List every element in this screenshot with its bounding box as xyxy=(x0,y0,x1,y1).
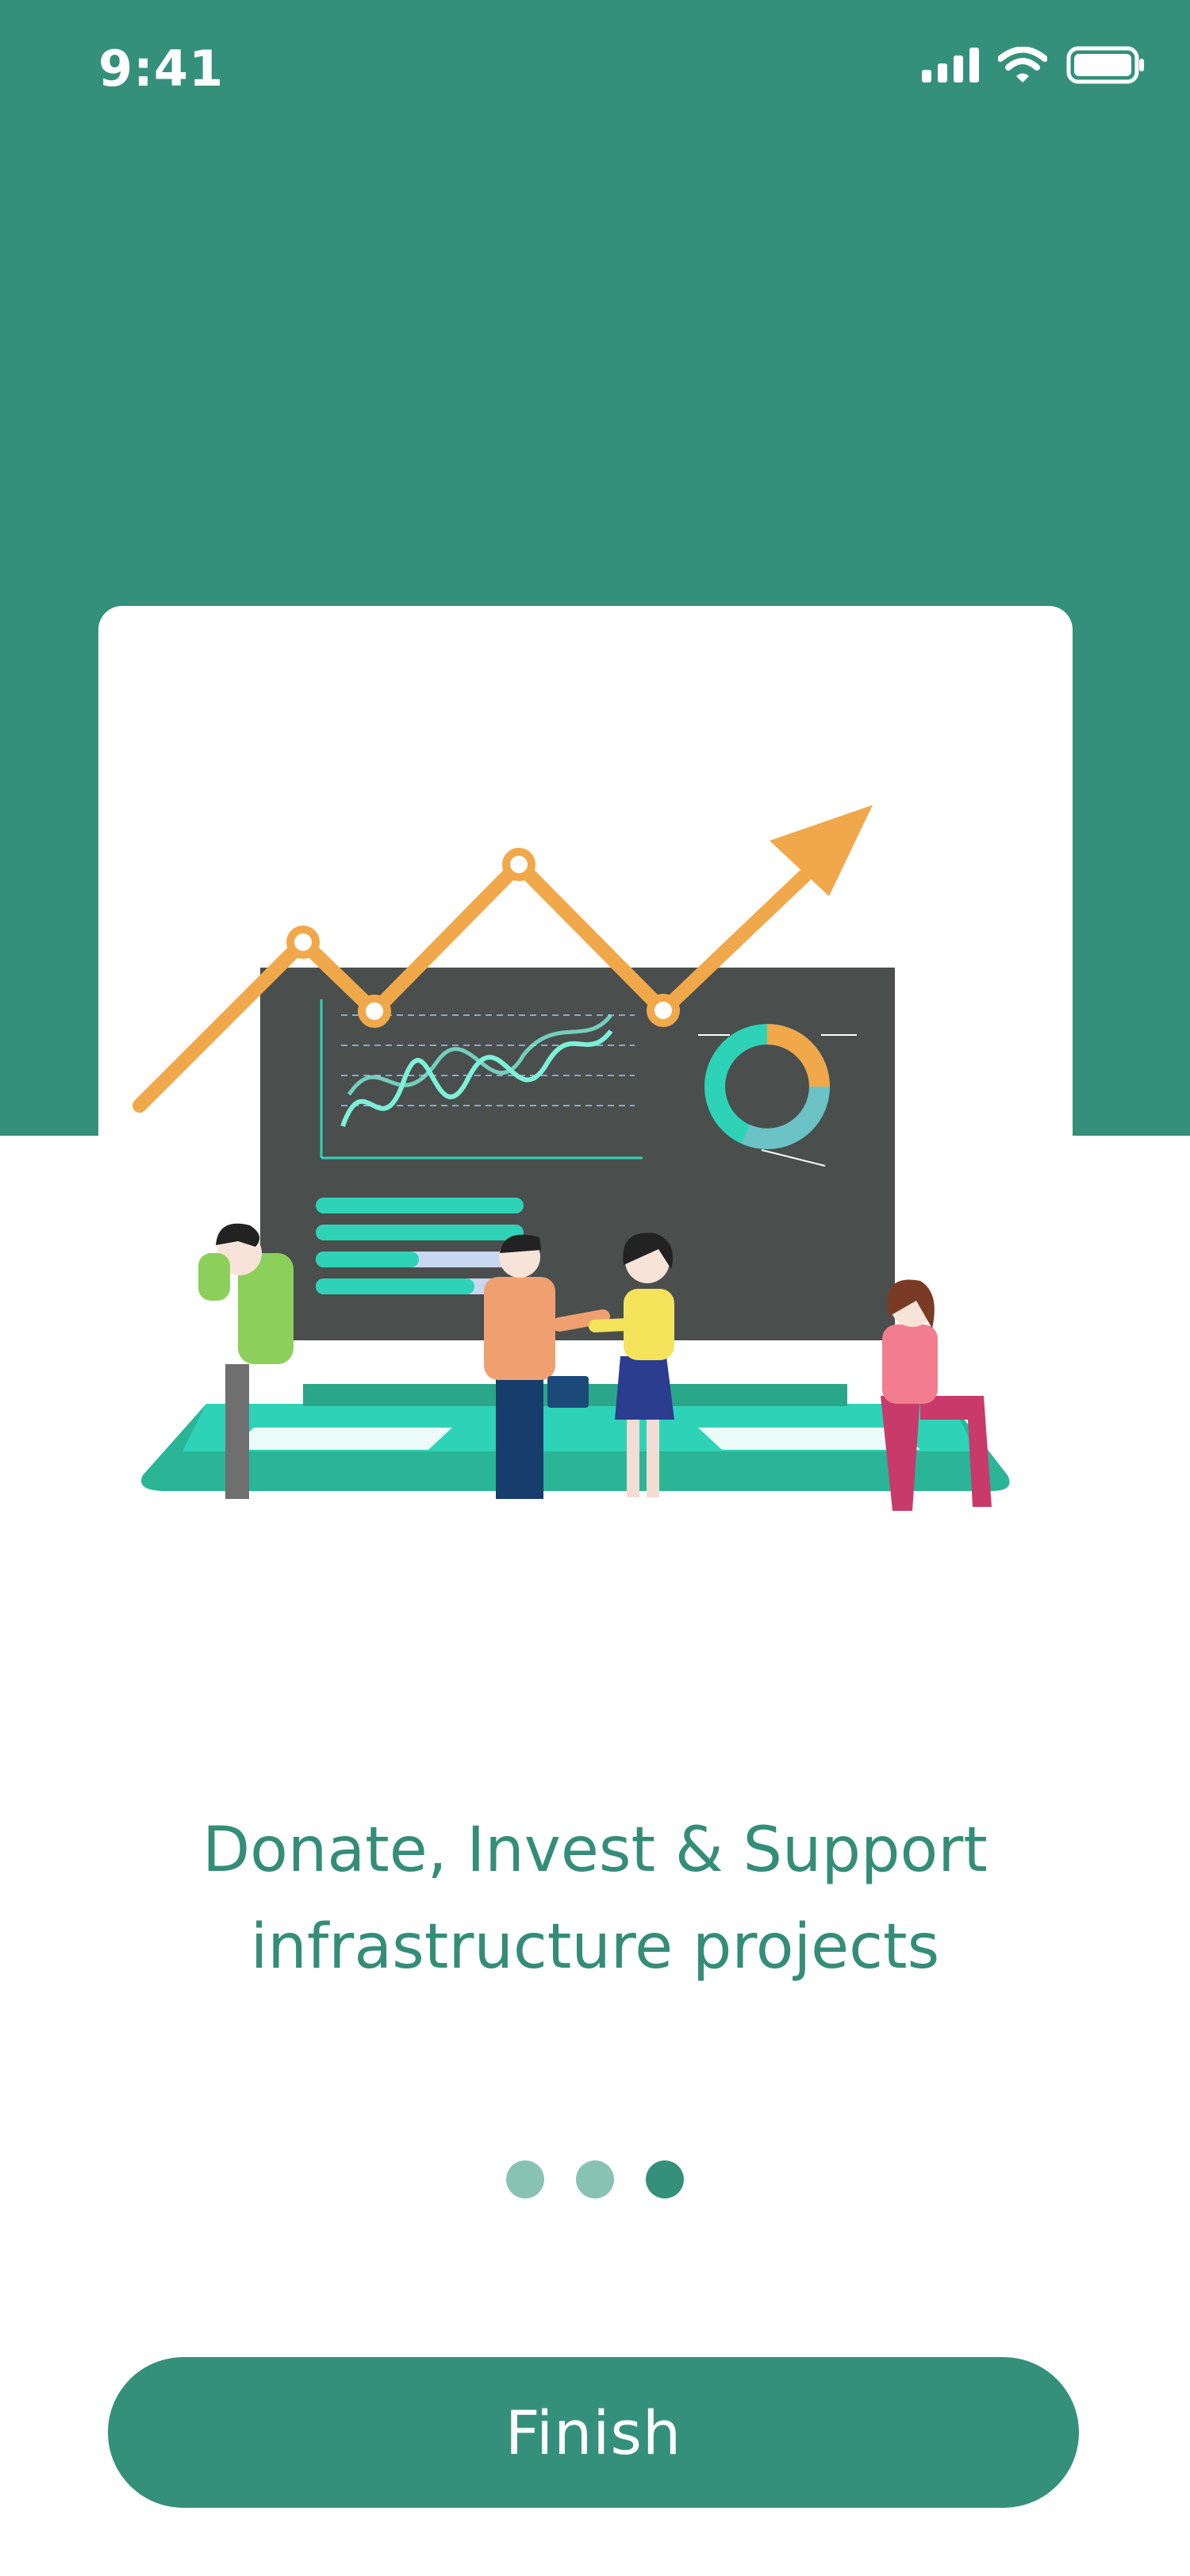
page-indicator xyxy=(0,2160,1190,2198)
signal-icon xyxy=(922,48,979,82)
finish-button[interactable]: Finish xyxy=(108,2357,1079,2508)
status-bar: 9:41 xyxy=(0,0,1190,151)
page-dot-2[interactable] xyxy=(576,2160,614,2198)
onboarding-headline: Donate, Invest & Support infrastructure … xyxy=(119,1802,1071,1995)
battery-icon xyxy=(1066,46,1144,84)
page-dot-1[interactable] xyxy=(506,2160,544,2198)
status-time: 9:41 xyxy=(98,40,225,98)
wifi-icon xyxy=(998,47,1047,82)
page-dot-3-active[interactable] xyxy=(646,2160,684,2198)
growth-chart-illustration xyxy=(132,805,1010,1511)
headline-line-1: Donate, Invest & Support xyxy=(202,1815,988,1886)
status-icons xyxy=(922,46,1146,84)
headline-line-2: infrastructure projects xyxy=(250,1911,940,1983)
